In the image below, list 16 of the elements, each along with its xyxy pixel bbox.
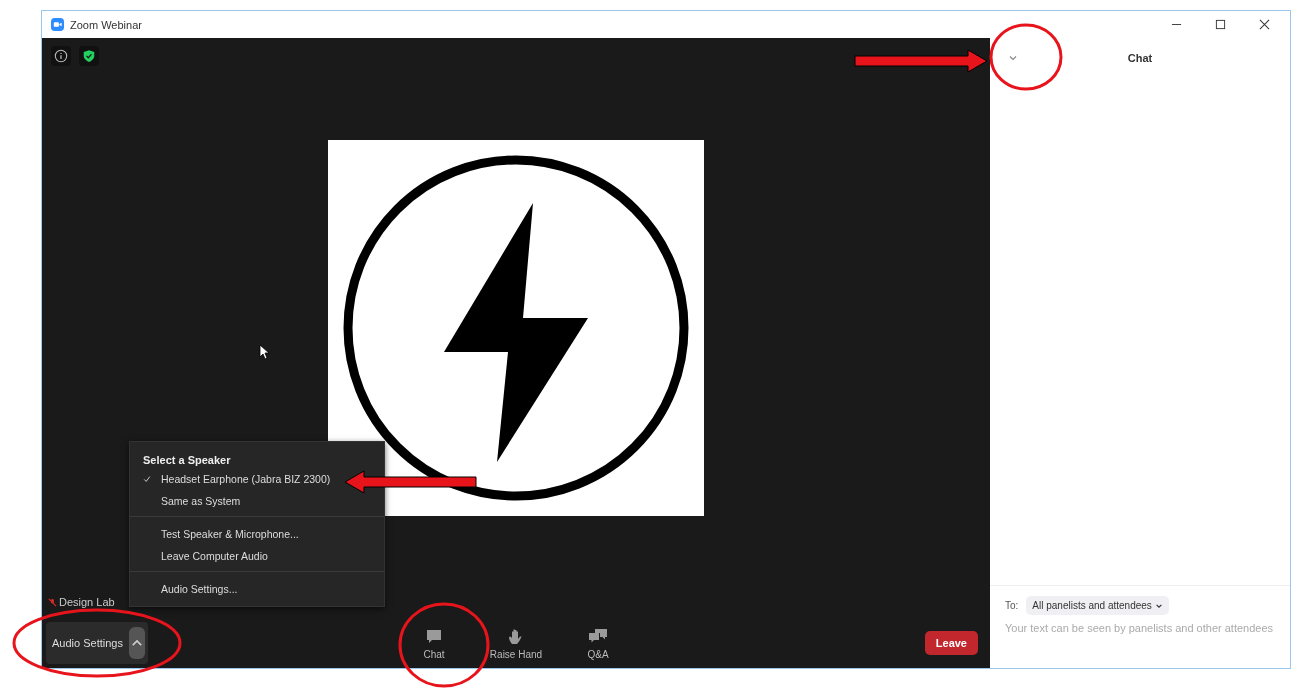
window-title: Zoom Webinar: [70, 18, 142, 31]
menu-item[interactable]: Test Speaker & Microphone...: [130, 523, 301, 545]
participant-name: Design Lab: [59, 596, 115, 608]
toolbar-button[interactable]: Chat: [400, 622, 468, 664]
leave-button[interactable]: Leave: [924, 631, 978, 655]
recipient-dropdown[interactable]: All panelists and attendees: [1026, 596, 1169, 615]
toolbar-button[interactable]: Raise Hand: [482, 622, 550, 664]
menu-item[interactable]: Same as System: [130, 490, 243, 512]
chat-title: Chat: [1127, 52, 1153, 64]
menu-item[interactable]: Audio Settings...: [130, 578, 240, 600]
toolbar-button[interactable]: Q&A: [564, 622, 632, 664]
menu-item[interactable]: Headset Earphone (Jabra BIZ 2300): [130, 468, 333, 490]
audio-settings-button[interactable]: Audio Settings: [46, 622, 129, 664]
to-label: To:: [1005, 600, 1019, 611]
menu-item[interactable]: Leave Computer Audio: [130, 545, 270, 567]
menu-heading: Select a Speaker: [142, 453, 232, 468]
